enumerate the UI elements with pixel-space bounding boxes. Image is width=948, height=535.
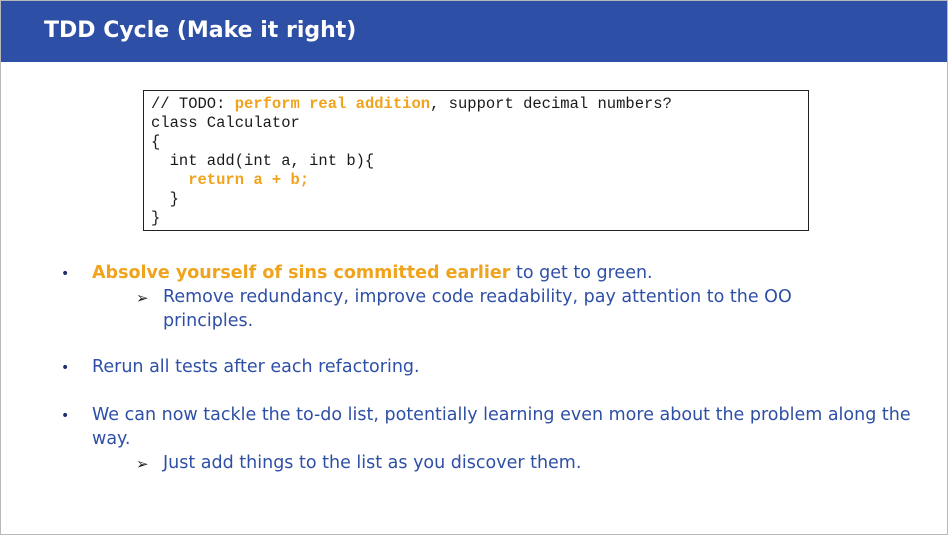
code-line-7: }	[151, 209, 161, 227]
code-comment-prefix: // TODO:	[151, 95, 235, 113]
bullet-text-2: Rerun all tests after each refactoring.	[92, 357, 420, 377]
bullet-dot-icon: •	[61, 266, 70, 282]
code-snippet-box: // TODO: perform real addition, support …	[143, 90, 809, 231]
code-line-6: }	[151, 190, 179, 208]
title-bar: TDD Cycle (Make it right)	[1, 1, 947, 62]
bullet-1-rest: to get to green.	[510, 263, 653, 283]
slide-title: TDD Cycle (Make it right)	[44, 18, 357, 43]
bullet-1-highlight: Absolve yourself of sins committed earli…	[92, 263, 511, 283]
bullet-text-1: Absolve yourself of sins committed earli…	[92, 261, 912, 285]
arrow-bullet-icon: ➢	[136, 455, 149, 473]
bullet-text-3: We can now tackle the to-do list, potent…	[92, 405, 911, 449]
code-line-3: {	[151, 133, 161, 151]
sub-bullet-text-1: Remove redundancy, improve code readabil…	[163, 287, 792, 331]
sub-bullet-text-2: Just add things to the list as you disco…	[163, 453, 582, 473]
code-line-4: int add(int a, int b){	[151, 152, 375, 170]
code-line-2: class Calculator	[151, 114, 300, 132]
code-line-1: // TODO: perform real addition, support …	[151, 95, 808, 114]
code-line-5-return: return a + b;	[151, 171, 310, 189]
code-comment-suffix: , support decimal numbers?	[430, 95, 672, 113]
bullet-dot-icon: •	[61, 360, 70, 376]
arrow-bullet-icon: ➢	[136, 289, 149, 307]
slide: TDD Cycle (Make it right) // TODO: perfo…	[0, 0, 948, 535]
code-comment-highlight: perform real addition	[234, 95, 431, 113]
bullet-dot-icon: •	[61, 408, 70, 424]
